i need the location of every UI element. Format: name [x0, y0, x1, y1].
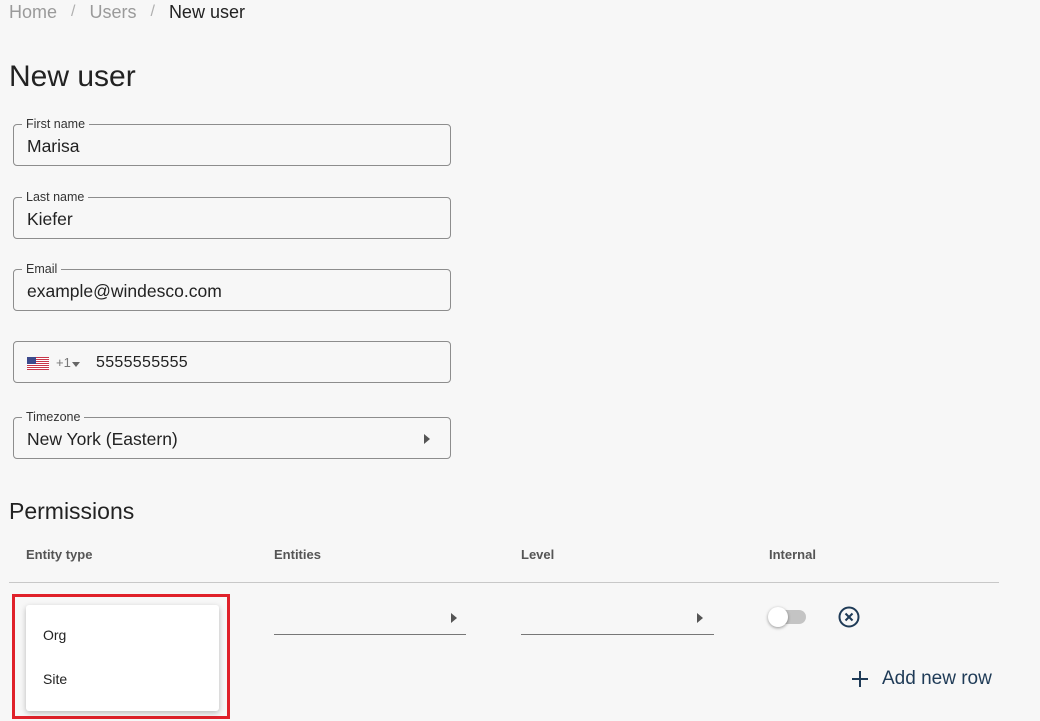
- timezone-label: Timezone: [22, 410, 85, 424]
- breadcrumb-separator: /: [150, 3, 155, 20]
- email-value: example@windesco.com: [27, 281, 222, 301]
- table-divider: [9, 582, 999, 583]
- last-name-value: Kiefer: [27, 209, 73, 229]
- permissions-title: Permissions: [9, 498, 135, 524]
- menu-item-org[interactable]: Org: [43, 627, 66, 643]
- plus-icon: [852, 671, 868, 687]
- page-title: New user: [9, 60, 136, 93]
- breadcrumb-current: New user: [168, 1, 245, 22]
- timezone-select[interactable]: Timezone New York (Eastern): [13, 410, 451, 459]
- remove-row-icon[interactable]: [838, 606, 860, 628]
- chevron-down-icon[interactable]: [72, 362, 80, 367]
- entity-type-dropdown-menu: Org Site: [26, 605, 219, 711]
- first-name-field[interactable]: First name Marisa: [13, 117, 451, 166]
- entities-underline: [274, 634, 466, 635]
- chevron-right-icon: [451, 613, 457, 623]
- add-new-row-button[interactable]: Add new row: [850, 668, 992, 690]
- internal-toggle-thumb[interactable]: [768, 607, 788, 627]
- first-name-label: First name: [22, 117, 90, 131]
- country-code[interactable]: +1: [56, 355, 71, 370]
- column-header-internal: Internal: [769, 547, 816, 562]
- phone-number-value: 5555555555: [96, 354, 188, 371]
- email-label: Email: [22, 262, 62, 276]
- us-flag-icon[interactable]: [27, 357, 49, 370]
- last-name-field[interactable]: Last name Kiefer: [13, 190, 451, 239]
- breadcrumb-users-link[interactable]: Users: [89, 2, 136, 23]
- column-header-level: Level: [521, 547, 555, 562]
- level-underline: [521, 634, 714, 635]
- column-header-entities: Entities: [274, 547, 321, 562]
- breadcrumb-home-link[interactable]: Home: [9, 2, 57, 23]
- chevron-right-icon[interactable]: [424, 434, 430, 444]
- timezone-value: New York (Eastern): [27, 429, 178, 449]
- level-select[interactable]: [521, 600, 714, 635]
- breadcrumb: Home / Users / New user: [9, 0, 245, 24]
- last-name-label: Last name: [22, 190, 89, 204]
- column-header-entity-type: Entity type: [26, 547, 93, 562]
- chevron-right-icon: [697, 613, 703, 623]
- phone-field[interactable]: +1 5555555555: [13, 341, 451, 383]
- entities-select[interactable]: [274, 600, 466, 635]
- add-new-row-label: Add new row: [882, 668, 992, 689]
- first-name-value: Marisa: [27, 136, 80, 156]
- menu-item-site[interactable]: Site: [43, 671, 67, 687]
- breadcrumb-separator: /: [71, 3, 76, 20]
- email-field[interactable]: Email example@windesco.com: [13, 262, 451, 311]
